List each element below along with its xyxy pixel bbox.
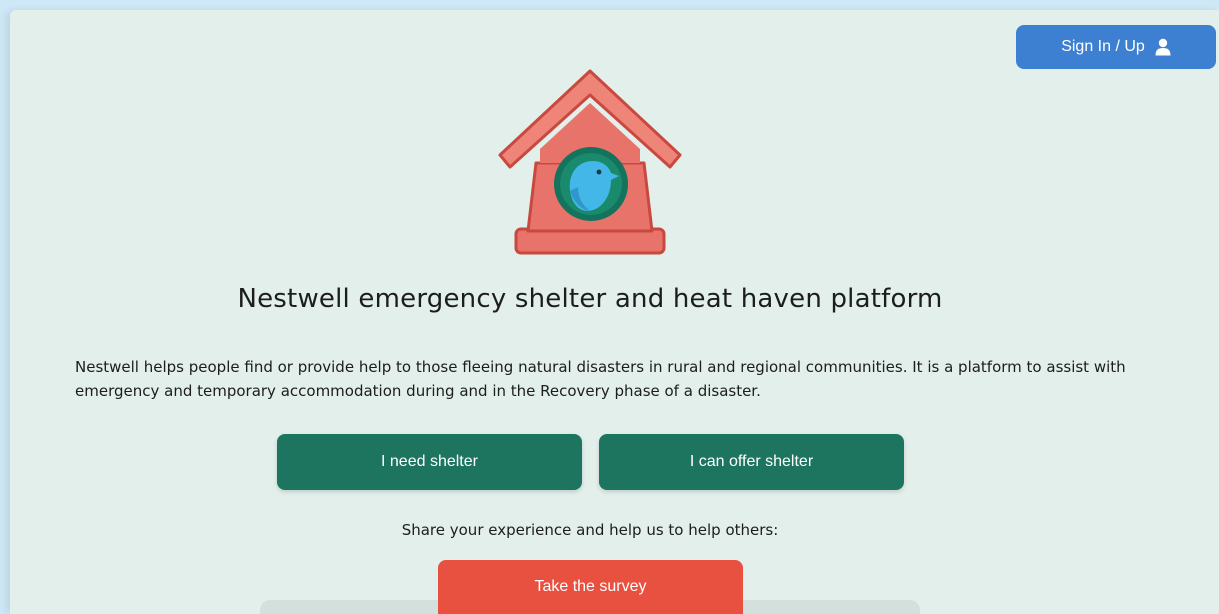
need-shelter-button[interactable]: I need shelter xyxy=(277,434,582,490)
platform-description: Nestwell helps people find or provide he… xyxy=(75,358,1126,400)
birdhouse-logo xyxy=(490,63,690,258)
sign-in-up-label: Sign In / Up xyxy=(1061,38,1145,55)
page-title: Nestwell emergency shelter and heat have… xyxy=(237,284,943,314)
user-icon xyxy=(1155,38,1171,56)
sign-in-up-button[interactable]: Sign In / Up xyxy=(1016,25,1216,69)
take-survey-button[interactable]: Take the survey xyxy=(438,560,743,614)
offer-shelter-button[interactable]: I can offer shelter xyxy=(599,434,904,490)
share-experience-text: Share your experience and help us to hel… xyxy=(401,521,779,539)
